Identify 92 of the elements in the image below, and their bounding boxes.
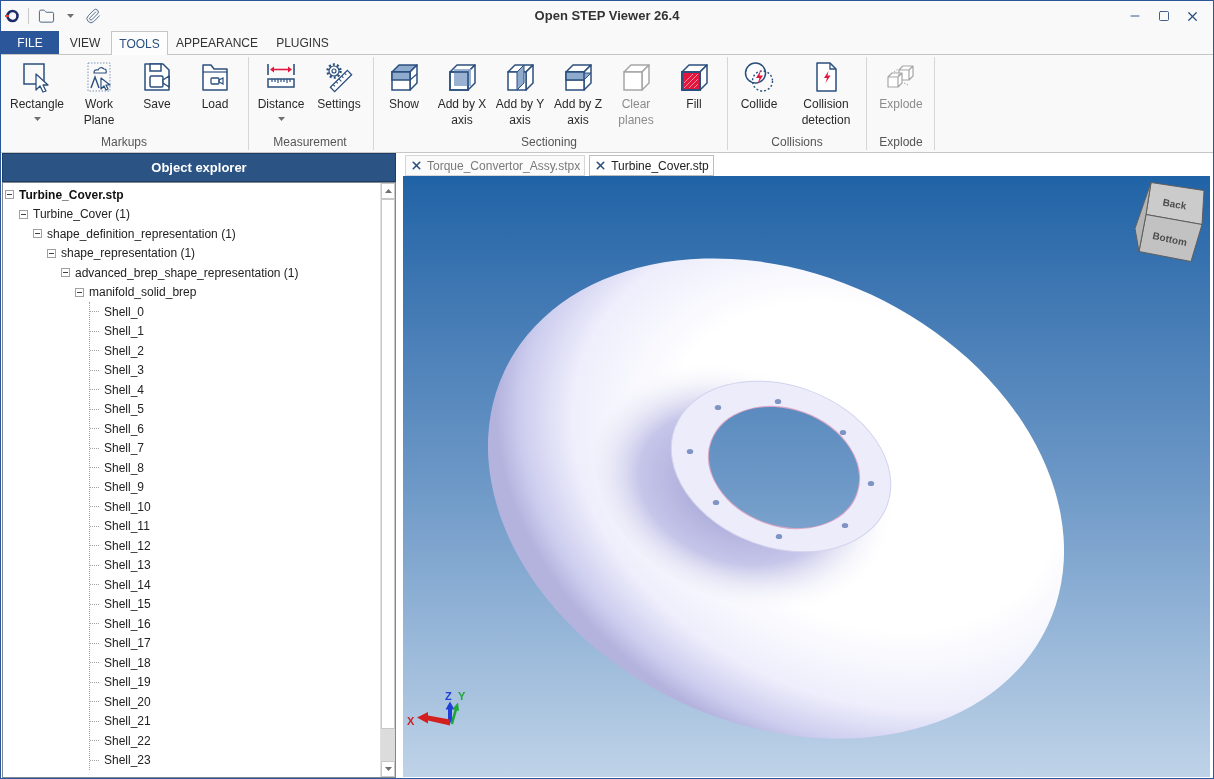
ribbon-button[interactable]: Distance (252, 57, 310, 123)
tree-item[interactable]: Shell_0 (104, 303, 145, 320)
axis-label: X (407, 714, 415, 727)
view-cube-label: Back (1161, 196, 1188, 212)
ribbon-button[interactable]: Show (375, 57, 433, 114)
tree-item[interactable]: Shell_3 (104, 362, 145, 379)
tree-item[interactable]: Shell_13 (104, 557, 151, 574)
caret-icon (67, 14, 74, 18)
ribbon-tab[interactable]: APPEARANCE (168, 31, 266, 54)
ribbon-button[interactable]: Load (186, 57, 244, 114)
tree-item[interactable]: Shell_12 (104, 537, 151, 554)
tree-item[interactable]: Shell_20 (104, 693, 151, 710)
stacked-boxes-icon (388, 61, 420, 93)
ribbon-button[interactable]: Add by X axis (433, 57, 491, 130)
cube-vertical-plane-icon (504, 61, 536, 93)
folder-camera-icon (199, 61, 231, 93)
collapse-icon[interactable] (5, 190, 14, 200)
tree-item[interactable]: Shell_17 (104, 635, 151, 652)
close-icon[interactable] (410, 159, 423, 172)
tree-item[interactable]: Shell_9 (104, 479, 145, 496)
ribbon-tab[interactable]: TOOLS (111, 31, 168, 55)
panel-header: Object explorer (2, 153, 396, 182)
tree-item[interactable]: Shell_16 (104, 615, 151, 632)
ribbon-button[interactable]: Fill (665, 57, 723, 114)
tree-item[interactable]: advanced_brep_shape_representation (1) (75, 264, 299, 281)
scroll-down-button[interactable] (381, 761, 395, 777)
tree-item[interactable]: Shell_1 (104, 323, 145, 340)
ribbon-group-label: Measurement (272, 134, 348, 150)
tree-item[interactable]: Shell_2 (104, 342, 145, 359)
view-cube[interactable] (1134, 182, 1205, 262)
ribbon-button[interactable]: Rectangle (4, 57, 70, 123)
tree-item[interactable]: Shell_19 (104, 674, 151, 691)
ribbon-group-label: Markups (100, 134, 148, 150)
tree-item[interactable]: Shell_10 (104, 498, 151, 515)
document-tab[interactable]: Turbine_Cover.stp (589, 155, 714, 176)
tree-item[interactable]: Shell_23 (104, 752, 151, 769)
collapse-icon[interactable] (33, 229, 42, 239)
hatched-cube-icon (678, 61, 710, 93)
scroll-up-button[interactable] (381, 183, 395, 199)
ribbon-group-label: Explode (878, 134, 924, 150)
cube-front-plane-icon (446, 61, 478, 93)
ribbon-tab[interactable]: VIEW (59, 31, 111, 54)
ribbon-button[interactable]: Save (128, 57, 186, 114)
tree-item[interactable]: Shell_6 (104, 420, 145, 437)
tree-item[interactable]: Turbine_Cover.stp (19, 186, 124, 203)
scrollbar-thumb[interactable] (381, 199, 395, 729)
tree-item[interactable]: Shell_15 (104, 596, 151, 613)
ribbon-button[interactable]: Add by Y axis (491, 57, 549, 130)
window-title: Open STEP Viewer 26.4 (534, 7, 680, 26)
collapse-icon[interactable] (47, 248, 56, 258)
tree-item[interactable]: shape_representation (1) (61, 245, 196, 262)
tree-item[interactable]: Shell_7 (104, 440, 145, 457)
view-cube-label: Bottom (1151, 230, 1188, 249)
ribbon-button[interactable]: Add by Z axis (549, 57, 607, 130)
overlapping-circles-icon (743, 61, 775, 93)
tree-item[interactable]: Shell_22 (104, 732, 151, 749)
collapse-icon[interactable] (75, 287, 84, 297)
cube-icon (620, 61, 652, 93)
tree-item[interactable]: Shell_14 (104, 576, 151, 593)
up-arrow-icon (384, 189, 392, 193)
document-tab[interactable]: Torque_Convertor_Assy.stpx (405, 155, 586, 176)
ribbon-button[interactable]: Collide (730, 57, 788, 114)
gear-ruler-icon (323, 61, 355, 93)
ribbon-group-label: Sectioning (519, 134, 578, 150)
tree-item[interactable]: Shell_5 (104, 401, 145, 418)
tree-item[interactable]: manifold_solid_brep (89, 284, 197, 301)
tree-item[interactable]: Shell_21 (104, 713, 151, 730)
collapse-icon[interactable] (19, 209, 28, 219)
axis-label: Y (458, 689, 466, 702)
collapse-icon[interactable] (61, 268, 70, 278)
folder-icon[interactable] (38, 7, 55, 25)
ribbon-button[interactable]: Work Plane (70, 57, 128, 130)
down-arrow-icon (384, 767, 392, 771)
tree-item[interactable]: Turbine_Cover (1) (33, 206, 130, 223)
tree-item[interactable]: Shell_8 (104, 459, 145, 476)
ribbon-button[interactable]: Collision detection (788, 57, 864, 130)
logo-icon (5, 9, 19, 23)
tree-item[interactable]: shape_definition_representation (1) (47, 225, 236, 242)
tree-item[interactable]: Shell_4 (104, 381, 145, 398)
maximize-icon (1157, 10, 1170, 22)
paperclip-icon[interactable] (85, 8, 101, 24)
ribbon-button[interactable]: Settings (310, 57, 368, 114)
scrollbar-track[interactable] (380, 183, 395, 777)
tree-item[interactable]: Shell_11 (104, 518, 150, 535)
ribbon-tab[interactable]: PLUGINS (266, 31, 339, 54)
ribbon-group-label: Collisions (770, 134, 824, 150)
floppy-camera-icon (141, 61, 173, 93)
3d-viewport[interactable]: Back Bottom Z Y X (403, 176, 1210, 777)
file-menu-tab[interactable]: FILE (1, 31, 59, 54)
tree-item[interactable]: Shell_18 (104, 654, 151, 671)
axis-label: Z (445, 689, 452, 702)
cube-horizontal-plane-icon (562, 61, 594, 93)
